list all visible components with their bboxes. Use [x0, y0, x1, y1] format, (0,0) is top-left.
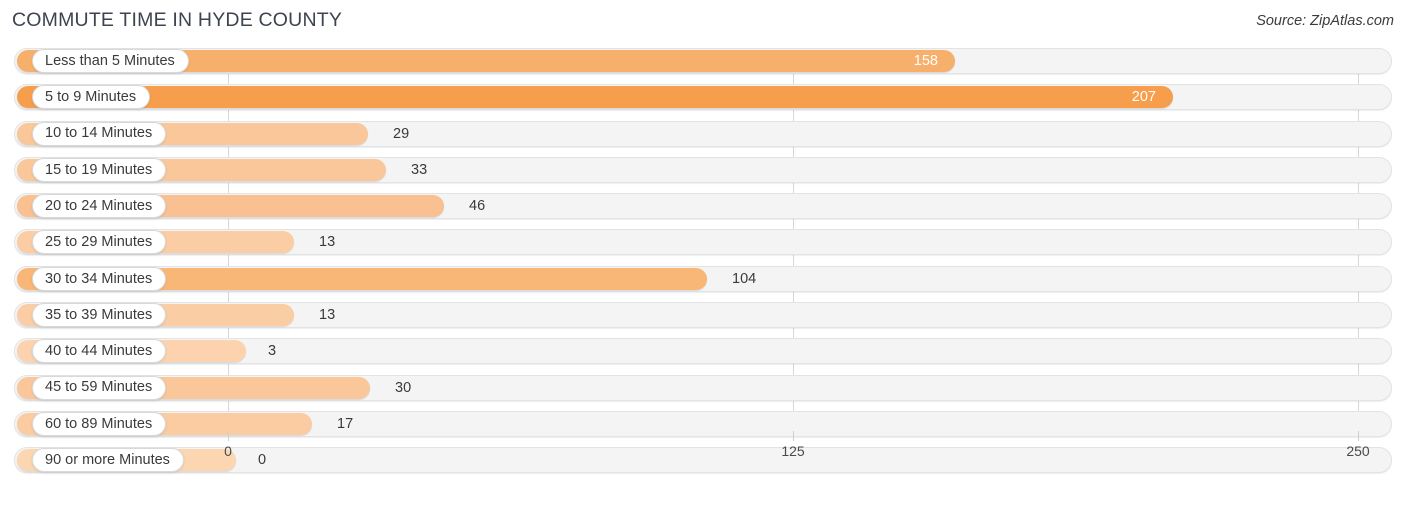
bar-category-label: 20 to 24 Minutes: [32, 194, 167, 219]
bar-value-label: 30: [395, 379, 412, 396]
chart-container: COMMUTE TIME IN HYDE COUNTY Source: ZipA…: [0, 0, 1406, 523]
bar-row[interactable]: 15 to 19 Minutes 33: [0, 156, 1406, 183]
plot-area: Less than 5 Minutes 158 5 to 9 Minutes 207 1…: [0, 48, 1406, 485]
bar-category-label: 60 to 89 Minutes: [32, 411, 167, 436]
bar-value-label: 33: [411, 161, 428, 178]
bar-category-text: 5 to 9 Minutes: [45, 89, 137, 106]
bar-category-label: 10 to 14 Minutes: [32, 121, 167, 146]
axis-tick-label: 125: [781, 443, 805, 459]
bar-value-label: 13: [319, 234, 336, 251]
bar-category-label: 40 to 44 Minutes: [32, 339, 167, 364]
bar-value-label: 3: [268, 343, 277, 360]
bar-value-label: 13: [319, 307, 336, 324]
bar-row[interactable]: Less than 5 Minutes 158: [0, 48, 1406, 74]
bar-value-label: 158: [913, 53, 938, 69]
axis-tick-mark: [1358, 431, 1359, 441]
bar-row[interactable]: 25 to 29 Minutes 13: [0, 229, 1406, 256]
bar-category-text: 15 to 19 Minutes: [45, 161, 153, 178]
page-title: COMMUTE TIME IN HYDE COUNTY: [12, 9, 343, 31]
bar-row[interactable]: 45 to 59 Minutes 30: [0, 374, 1406, 401]
axis-tick-label: 250: [1346, 443, 1370, 459]
source-attribution: Source: ZipAtlas.com: [1256, 13, 1394, 29]
bar-row[interactable]: 10 to 14 Minutes 29: [0, 120, 1406, 147]
bar-rows: Less than 5 Minutes 158 5 to 9 Minutes 207 1…: [0, 48, 1406, 484]
bar-value-label: 104: [732, 270, 757, 287]
bar-category-text: 45 to 59 Minutes: [45, 379, 153, 396]
bar-category-label: 15 to 19 Minutes: [32, 157, 167, 182]
bar-category-text: 10 to 14 Minutes: [45, 125, 153, 142]
bar-row[interactable]: 30 to 34 Minutes 104: [0, 265, 1406, 292]
bar-category-label: 35 to 39 Minutes: [32, 303, 167, 328]
bar-row[interactable]: 60 to 89 Minutes 17: [0, 410, 1406, 437]
bar-category-text: 60 to 89 Minutes: [45, 415, 153, 432]
bar-category-label: 45 to 59 Minutes: [32, 375, 167, 400]
bar-fill: [17, 86, 1173, 109]
bar-category-text: 40 to 44 Minutes: [45, 343, 153, 360]
bar-category-label: 5 to 9 Minutes: [32, 85, 151, 110]
bar-value-label: 207: [1131, 89, 1156, 106]
bar-row[interactable]: 5 to 9 Minutes 207: [0, 84, 1406, 111]
bar-row[interactable]: 35 to 39 Minutes 13: [0, 302, 1406, 329]
axis-tick-mark: [228, 431, 229, 441]
bar-category-text: 20 to 24 Minutes: [45, 197, 153, 214]
bar-category-text: 35 to 39 Minutes: [45, 306, 153, 323]
bar-category-label: 30 to 34 Minutes: [32, 266, 167, 291]
axis-tick-label: 0: [224, 443, 232, 459]
x-axis: 0 125 250: [0, 431, 1406, 485]
bar-value-label: 46: [469, 198, 486, 215]
bar-value-label: 29: [393, 125, 410, 142]
bar-category-label: 25 to 29 Minutes: [32, 230, 167, 255]
bar-category-label: Less than 5 Minutes: [32, 49, 189, 73]
bar-value-label: 17: [337, 415, 354, 432]
bar-row[interactable]: 20 to 24 Minutes 46: [0, 193, 1406, 220]
bar-row[interactable]: 40 to 44 Minutes 3: [0, 338, 1406, 365]
bar-category-text: 30 to 34 Minutes: [45, 270, 153, 287]
bar-category-text: 25 to 29 Minutes: [45, 234, 153, 251]
axis-tick-mark: [793, 431, 794, 441]
bar-category-text: Less than 5 Minutes: [45, 52, 175, 69]
